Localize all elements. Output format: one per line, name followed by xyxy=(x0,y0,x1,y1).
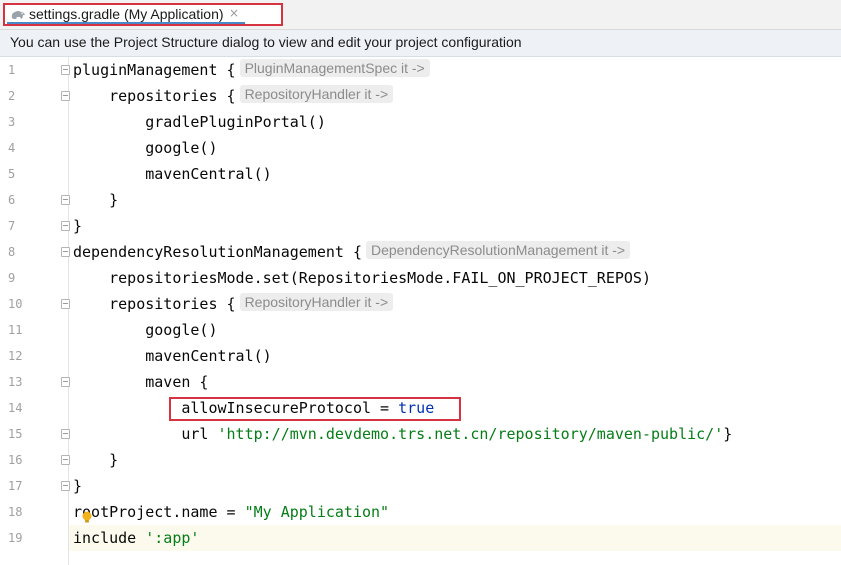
code-text: } xyxy=(73,217,83,235)
code-line: google() xyxy=(73,135,218,161)
code-text: } xyxy=(723,425,733,443)
code-line: google() xyxy=(73,317,218,343)
code-text: mavenCentral() xyxy=(73,347,272,365)
fold-marker-icon[interactable] xyxy=(61,299,70,309)
code-text: google() xyxy=(73,139,218,157)
code-text: rootProject.name = xyxy=(73,503,245,521)
code-text: gradlePluginPortal() xyxy=(73,113,326,131)
code-text: google() xyxy=(73,321,218,339)
code-text: url xyxy=(73,425,218,443)
code-line: mavenCentral() xyxy=(73,161,272,187)
line-number: 16 xyxy=(8,453,23,467)
code-text: dependencyResolutionManagement { xyxy=(73,243,362,261)
line-number: 19 xyxy=(8,531,23,545)
line-number: 14 xyxy=(8,401,23,415)
code-line: rootProject.name = "My Application" xyxy=(73,499,389,525)
code-text: mavenCentral() xyxy=(73,165,272,183)
line-number: 3 xyxy=(8,115,16,129)
line-number: 6 xyxy=(8,193,16,207)
code-line: gradlePluginPortal() xyxy=(73,109,326,135)
code-line: maven { xyxy=(73,369,208,395)
code-line: include ':app' xyxy=(73,525,199,551)
code-line: } xyxy=(73,447,118,473)
fold-marker-icon[interactable] xyxy=(61,455,70,465)
line-number: 18 xyxy=(8,505,23,519)
code-line: repositoriesMode.set(RepositoriesMode.FA… xyxy=(73,265,651,291)
fold-marker-icon[interactable] xyxy=(61,195,70,205)
line-number: 10 xyxy=(8,297,23,311)
code-line: } xyxy=(73,187,118,213)
line-number: 4 xyxy=(8,141,16,155)
code-line: url 'http://mvn.devdemo.trs.net.cn/repos… xyxy=(73,421,732,447)
fold-marker-icon[interactable] xyxy=(61,247,70,257)
code-text: } xyxy=(73,191,119,209)
annotation-highlight-box xyxy=(169,397,461,421)
editor-tab-bar: settings.gradle (My Application) × xyxy=(0,0,841,30)
string-literal: "My Application" xyxy=(244,503,390,521)
code-line: repositories {RepositoryHandler it -> xyxy=(73,291,394,317)
line-number: 1 xyxy=(8,63,16,77)
code-text: } xyxy=(73,451,119,469)
banner-text: You can use the Project Structure dialog… xyxy=(10,34,522,50)
tab-label: settings.gradle (My Application) xyxy=(29,6,224,22)
line-number: 12 xyxy=(8,349,23,363)
project-structure-banner: You can use the Project Structure dialog… xyxy=(0,30,841,57)
line-number: 11 xyxy=(8,323,23,337)
code-text: repositories { xyxy=(73,295,236,313)
code-line: pluginManagement {PluginManagementSpec i… xyxy=(73,57,430,83)
code-text: pluginManagement { xyxy=(73,61,236,79)
code-line: dependencyResolutionManagement {Dependen… xyxy=(73,239,631,265)
active-tab-indicator xyxy=(7,22,245,24)
gradle-elephant-icon xyxy=(11,11,25,19)
code-line: mavenCentral() xyxy=(73,343,272,369)
line-number: 5 xyxy=(8,167,16,181)
code-line: } xyxy=(73,213,82,239)
code-text: include xyxy=(73,529,146,547)
code-line: repositories {RepositoryHandler it -> xyxy=(73,83,394,109)
inlay-hint: DependencyResolutionManagement it -> xyxy=(365,241,631,259)
lightbulb-icon[interactable] xyxy=(81,511,93,523)
inlay-hint: RepositoryHandler it -> xyxy=(239,293,394,311)
inlay-hint: RepositoryHandler it -> xyxy=(239,85,394,103)
string-literal: ':app' xyxy=(145,529,200,547)
code-text: repositoriesMode.set(RepositoriesMode.FA… xyxy=(73,269,651,287)
code-line: } xyxy=(73,473,82,499)
fold-marker-icon[interactable] xyxy=(61,65,70,75)
fold-marker-icon[interactable] xyxy=(61,481,70,491)
inlay-hint: PluginManagementSpec it -> xyxy=(239,59,430,77)
code-text: maven { xyxy=(73,373,209,391)
fold-marker-icon[interactable] xyxy=(61,91,70,101)
code-text: } xyxy=(73,477,83,495)
tab-settings-gradle[interactable]: settings.gradle (My Application) × xyxy=(3,3,283,26)
fold-marker-icon[interactable] xyxy=(61,429,70,439)
line-number: 13 xyxy=(8,375,23,389)
line-number: 15 xyxy=(8,427,23,441)
line-number: 8 xyxy=(8,245,16,259)
line-number: 7 xyxy=(8,219,16,233)
line-number: 9 xyxy=(8,271,16,285)
line-number: 17 xyxy=(8,479,23,493)
close-icon[interactable]: × xyxy=(229,6,239,20)
line-number: 2 xyxy=(8,89,16,103)
string-literal: 'http://mvn.devdemo.trs.net.cn/repositor… xyxy=(217,425,724,443)
fold-marker-icon[interactable] xyxy=(61,221,70,231)
fold-marker-icon[interactable] xyxy=(61,377,70,387)
code-text: repositories { xyxy=(73,87,236,105)
